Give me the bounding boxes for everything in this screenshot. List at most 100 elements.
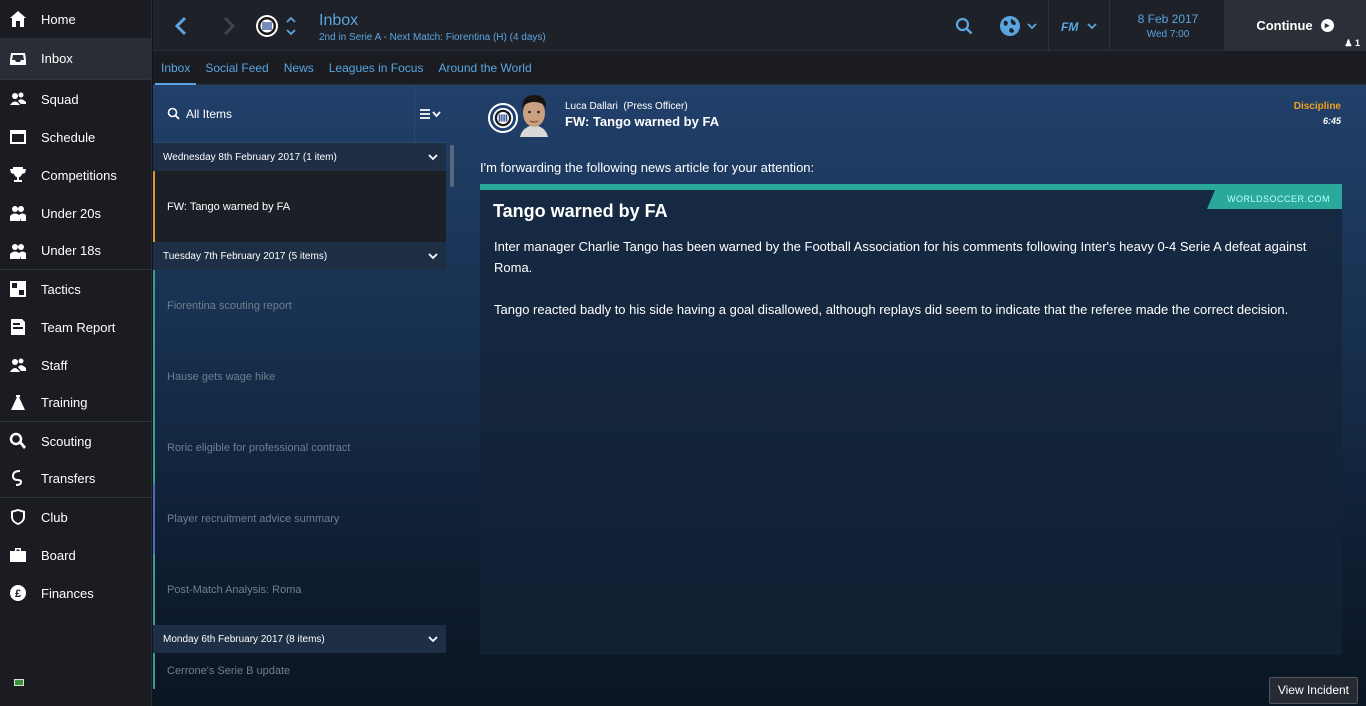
- search-icon: [167, 107, 180, 120]
- list-item[interactable]: Cerrone's Serie B update: [153, 653, 446, 689]
- chevron-down-icon: [428, 253, 438, 260]
- back-button[interactable]: [167, 0, 195, 51]
- sidebar-item-label: Transfers: [41, 471, 96, 486]
- chevron-down-icon: [428, 154, 438, 161]
- sidebar-item-under20s[interactable]: Under 20s: [0, 194, 151, 232]
- chevron-left-icon: [174, 16, 187, 35]
- list-item[interactable]: Roric eligible for professional contract: [153, 412, 446, 483]
- sidebar-item-schedule[interactable]: Schedule: [0, 118, 151, 156]
- sidebar-item-squad[interactable]: Squad: [0, 80, 151, 118]
- sidebar-item-training[interactable]: Training: [0, 384, 151, 422]
- sidebar-item-finances[interactable]: £ Finances: [0, 574, 151, 612]
- list-item[interactable]: Hause gets wage hike: [153, 341, 446, 412]
- sidebar-item-label: Under 20s: [41, 205, 101, 221]
- arrow-right-icon: ▸: [1320, 19, 1334, 32]
- sidebar-item-label: Staff: [41, 357, 68, 373]
- home-icon: [9, 10, 27, 28]
- message-header: Luca Dallari (Press Officer) FW: Tango w…: [468, 91, 1366, 141]
- sidebar-item-club[interactable]: Club: [0, 498, 151, 536]
- divider: [1048, 0, 1049, 51]
- tactics-icon: [9, 280, 27, 298]
- tab-news[interactable]: News: [278, 51, 320, 85]
- tab-social-feed[interactable]: Social Feed: [199, 51, 274, 85]
- tab-inbox[interactable]: Inbox: [155, 51, 197, 85]
- tab-leagues-in-focus[interactable]: Leagues in Focus: [323, 51, 430, 85]
- message-list: All Items Wednesday 8th February 2017 (1…: [153, 84, 446, 706]
- sender-role: (Press Officer): [623, 101, 688, 112]
- sidebar-item-label: Home: [41, 11, 76, 27]
- staff-icon: [9, 356, 27, 374]
- fm-logo-icon: FM: [1061, 20, 1079, 32]
- tab-around-the-world[interactable]: Around the World: [432, 51, 537, 85]
- avatar[interactable]: [514, 91, 554, 137]
- squad-icon: [9, 90, 27, 108]
- finances-icon: £: [9, 584, 27, 602]
- date-group-header[interactable]: Monday 6th February 2017 (8 items): [153, 625, 446, 653]
- sidebar-item-label: Competitions: [41, 167, 117, 183]
- chevron-down-icon: [1027, 22, 1037, 29]
- current-date: 8 Feb 2017: [1137, 12, 1199, 26]
- sidebar-item-inbox[interactable]: Inbox: [0, 38, 151, 80]
- news-article: WORLDSOCCER.COM Tango warned by FA Inter…: [480, 184, 1342, 655]
- transfers-icon: [9, 469, 27, 488]
- sidebar-item-tactics[interactable]: Tactics: [0, 270, 151, 308]
- svg-text:FM: FM: [1061, 20, 1079, 32]
- sidebar-item-home[interactable]: Home: [0, 0, 151, 38]
- sidebar-item-label: Finances: [41, 585, 94, 601]
- chevron-right-icon: [223, 16, 236, 35]
- schedule-icon: [9, 128, 27, 146]
- article-body: Inter manager Charlie Tango has been war…: [494, 236, 1332, 341]
- continue-label: Continue: [1256, 18, 1313, 33]
- menu-icon: [419, 108, 441, 119]
- list-item[interactable]: FW: Tango warned by FA: [153, 171, 446, 242]
- forward-button[interactable]: [215, 0, 243, 51]
- content-area: All Items Wednesday 8th February 2017 (1…: [153, 84, 1366, 706]
- page-title: Inbox: [319, 12, 359, 29]
- category-badge: Discipline: [1293, 101, 1341, 112]
- sidebar-item-label: Club: [41, 509, 68, 525]
- sidebar-item-board[interactable]: Board: [0, 536, 151, 574]
- scouting-icon: [9, 432, 27, 450]
- fm-menu-button[interactable]: FM: [1055, 0, 1103, 51]
- search-button[interactable]: [951, 0, 977, 51]
- date-group-header[interactable]: Tuesday 7th February 2017 (5 items): [153, 242, 446, 270]
- group-title: Wednesday 8th February 2017 (1 item): [163, 151, 337, 163]
- trophy-icon: [9, 166, 27, 184]
- sidebar-item-staff[interactable]: Staff: [0, 346, 151, 384]
- list-item[interactable]: Fiorentina scouting report: [153, 270, 446, 341]
- under18-icon: [9, 242, 27, 260]
- tab-bar: Inbox Social Feed News Leagues in Focus …: [153, 51, 1366, 85]
- view-incident-button[interactable]: View Incident: [1268, 677, 1358, 704]
- scrollbar[interactable]: [450, 145, 454, 187]
- sidebar-item-competitions[interactable]: Competitions: [0, 156, 151, 194]
- chevron-down-icon: [1087, 22, 1097, 29]
- group-title: Monday 6th February 2017 (8 items): [163, 633, 325, 645]
- world-menu-button[interactable]: [995, 0, 1041, 51]
- date-group-header[interactable]: Wednesday 8th February 2017 (1 item): [153, 143, 446, 171]
- sidebar-item-transfers[interactable]: Transfers: [0, 460, 151, 498]
- filter-dropdown[interactable]: All Items: [153, 84, 415, 143]
- sidebar: Home Inbox Squad Schedule Competitions U…: [0, 0, 152, 706]
- list-item[interactable]: Player recruitment advice summary: [153, 483, 446, 554]
- club-selector[interactable]: [251, 0, 301, 51]
- article-paragraph: Inter manager Charlie Tango has been war…: [494, 239, 1307, 275]
- page-subtitle: 2nd in Serie A - Next Match: Fiorentina …: [319, 32, 546, 43]
- sidebar-item-scouting[interactable]: Scouting: [0, 422, 151, 460]
- page-heading: Inbox 2nd in Serie A - Next Match: Fiore…: [319, 12, 546, 43]
- training-icon: [9, 394, 27, 412]
- current-day-time: Wed 7:00: [1146, 29, 1190, 40]
- sort-menu-button[interactable]: [415, 85, 446, 143]
- sidebar-item-label: Scouting: [41, 433, 92, 449]
- filter-label: All Items: [186, 106, 233, 121]
- sidebar-item-under18s[interactable]: Under 18s: [0, 232, 151, 270]
- user-count-value: 1: [1354, 38, 1360, 48]
- list-item[interactable]: Post-Match Analysis: Roma: [153, 554, 446, 625]
- sidebar-item-label: Squad: [41, 91, 79, 107]
- sidebar-item-label: Schedule: [41, 129, 96, 145]
- under20-icon: [9, 204, 27, 222]
- date-display[interactable]: 8 Feb 2017 Wed 7:00: [1123, 12, 1213, 40]
- message-time: 6:45: [1322, 116, 1341, 126]
- sender-name: Luca Dallari: [565, 101, 618, 112]
- article-title: Tango warned by FA: [493, 201, 668, 221]
- sidebar-item-team-report[interactable]: Team Report: [0, 308, 151, 346]
